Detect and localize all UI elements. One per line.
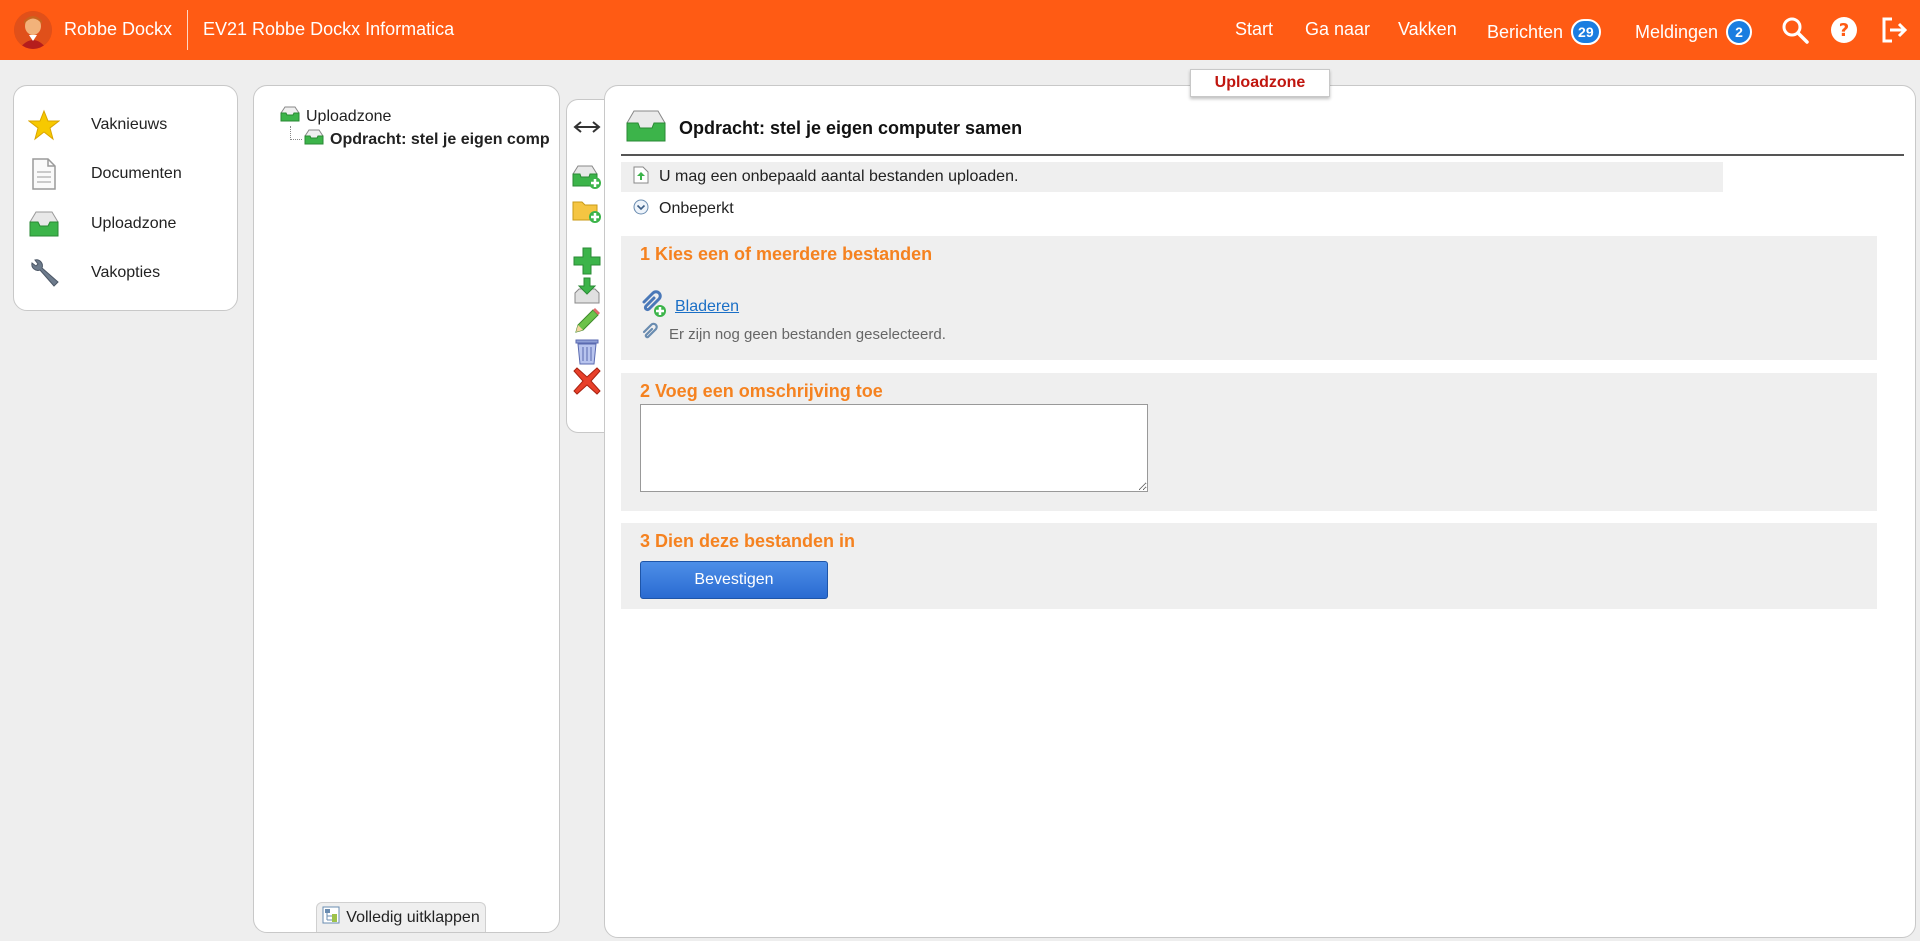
tree-expand-icon xyxy=(322,906,340,929)
inbox-icon xyxy=(26,206,62,242)
avatar[interactable] xyxy=(14,11,52,49)
nav-start[interactable]: Start xyxy=(1235,19,1273,40)
help-icon[interactable]: ? xyxy=(1829,15,1859,45)
nav-start-label: Start xyxy=(1235,19,1274,39)
svg-text:?: ? xyxy=(1839,20,1849,41)
expand-all-button[interactable]: Volledig uitklappen xyxy=(316,902,486,932)
trash-icon[interactable] xyxy=(572,336,602,366)
sidebar-item-documenten[interactable]: Documenten xyxy=(26,154,226,194)
browse-control: Bladeren xyxy=(639,290,739,323)
sidebar-item-label: Vakopties xyxy=(91,264,161,281)
expand-all-label: Volledig uitklappen xyxy=(346,908,480,926)
upload-info-text: U mag een onbepaald aantal bestanden upl… xyxy=(659,168,1019,185)
step-description: 2 Voeg een omschrijving toe xyxy=(621,373,1877,511)
page-header: Opdracht: stel je eigen computer samen xyxy=(625,108,1022,149)
edit-icon[interactable] xyxy=(572,306,602,336)
sidebar-item-vakopties[interactable]: Vakopties xyxy=(26,253,226,293)
no-files-text: Er zijn nog geen bestanden geselecteerd. xyxy=(669,325,946,343)
description-input[interactable] xyxy=(640,404,1148,492)
paperclip-add-icon xyxy=(639,290,667,323)
upload-limit-text: Onbeperkt xyxy=(659,200,734,217)
download-icon[interactable] xyxy=(572,276,602,306)
upload-limit-toggle[interactable]: Onbeperkt xyxy=(621,194,734,224)
nav-courses-label: Vakken xyxy=(1398,19,1457,39)
logout-icon[interactable] xyxy=(1879,15,1909,45)
add-folder-icon[interactable] xyxy=(572,196,602,226)
messages-badge: 29 xyxy=(1571,19,1601,45)
course-title[interactable]: EV21 Robbe Dockx Informatica xyxy=(203,19,454,40)
sidebar-item-label: Uploadzone xyxy=(91,215,177,232)
upload-info: U mag een onbepaald aantal bestanden upl… xyxy=(621,162,1723,192)
notifications-badge: 2 xyxy=(1726,19,1753,45)
tree-connector xyxy=(290,126,302,140)
chevron-down-icon xyxy=(633,199,649,220)
wrench-icon xyxy=(26,255,62,291)
inbox-icon xyxy=(625,108,667,149)
nav-goto[interactable]: Ga naar xyxy=(1305,19,1370,40)
nav-messages[interactable]: Berichten 29 xyxy=(1487,19,1601,45)
add-uploadzone-icon[interactable] xyxy=(572,162,602,192)
user-name[interactable]: Robbe Dockx xyxy=(64,19,172,40)
document-icon xyxy=(26,156,62,192)
nav-notifications-label: Meldingen xyxy=(1635,21,1719,42)
resize-icon[interactable] xyxy=(572,112,602,142)
sidebar-item-label: Documenten xyxy=(91,165,182,182)
nav-notifications[interactable]: Meldingen 2 xyxy=(1635,19,1753,45)
nav-messages-label: Berichten xyxy=(1487,21,1564,42)
sidebar-item-uploadzone[interactable]: Uploadzone xyxy=(26,204,226,244)
no-files-message: Er zijn nog geen bestanden geselecteerd. xyxy=(641,322,946,346)
course-menu: Vaknieuws Documenten Uploadzone Vakoptie… xyxy=(13,85,238,311)
page-title: Opdracht: stel je eigen computer samen xyxy=(679,118,1023,138)
top-divider xyxy=(187,10,188,50)
step-choose-files: 1 Kies een of meerdere bestanden Bladere… xyxy=(621,236,1877,360)
step-title: 1 Kies een of meerdere bestanden xyxy=(640,244,933,264)
tab-uploadzone[interactable]: Uploadzone xyxy=(1190,69,1330,97)
delete-icon[interactable] xyxy=(572,366,602,396)
step-title: 2 Voeg een omschrijving toe xyxy=(640,381,883,401)
step-submit: 3 Dien deze bestanden in Bevestigen xyxy=(621,523,1877,609)
sidebar-item-label: Vaknieuws xyxy=(91,116,168,133)
star-icon xyxy=(26,107,62,143)
tree-item-assignment[interactable]: Opdracht: stel je eigen comp xyxy=(304,129,550,150)
main-panel: Opdracht: stel je eigen computer samen U… xyxy=(604,85,1916,938)
paperclip-icon xyxy=(641,322,661,346)
file-upload-icon xyxy=(633,166,649,189)
tree-item-label: Uploadzone xyxy=(306,107,392,125)
inbox-icon xyxy=(280,106,300,127)
header-divider xyxy=(621,154,1904,156)
browse-link[interactable]: Bladeren xyxy=(675,298,739,316)
nav-goto-label: Ga naar xyxy=(1305,19,1371,39)
confirm-button[interactable]: Bevestigen xyxy=(640,561,828,599)
tree-item-uploadzone[interactable]: Uploadzone xyxy=(280,106,391,127)
action-toolbar xyxy=(566,99,605,433)
sidebar-item-vaknieuws[interactable]: Vaknieuws xyxy=(26,105,226,145)
add-icon[interactable] xyxy=(572,246,602,276)
tree-panel: Uploadzone Opdracht: stel je eigen comp … xyxy=(253,85,560,933)
step-title: 3 Dien deze bestanden in xyxy=(640,531,856,551)
tree-item-label: Opdracht: stel je eigen comp xyxy=(330,130,550,148)
nav-courses[interactable]: Vakken xyxy=(1398,19,1457,40)
top-bar: Robbe Dockx EV21 Robbe Dockx Informatica… xyxy=(0,0,1920,60)
inbox-icon xyxy=(304,129,324,150)
search-icon[interactable] xyxy=(1780,15,1810,45)
